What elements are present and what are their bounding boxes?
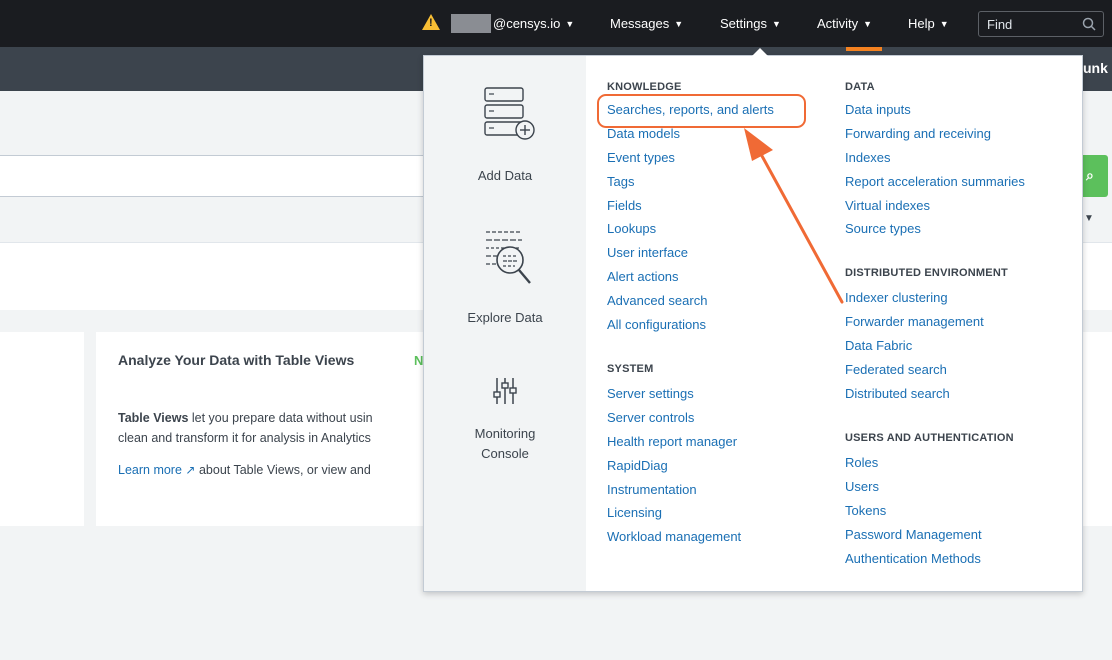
top-nav-bar: ! @censys.io ▼ Messages ▼ Settings ▼ Activi… [0,0,1112,47]
menu-link-tokens[interactable]: Tokens [845,503,886,518]
settings-menu[interactable]: Settings ▼ [720,0,781,47]
menu-link-distributed-search[interactable]: Distributed search [845,386,950,401]
menu-link-alert-actions[interactable]: Alert actions [607,269,679,284]
system-section-title: SYSTEM [607,363,654,375]
menu-link-event-types[interactable]: Event types [607,150,675,165]
menu-link-user-interface[interactable]: User interface [607,245,688,260]
activity-menu-label: Activity [817,16,859,31]
card-title: Analyze Your Data with Table Views [118,352,355,368]
menu-link-fields[interactable]: Fields [607,198,642,213]
knowledge-section-title: KNOWLEDGE [607,81,682,93]
user-menu[interactable]: @censys.io ▼ [493,0,574,47]
search-button[interactable]: ⌕ [1082,155,1108,197]
menu-link-workload-management[interactable]: Workload management [607,529,741,544]
menu-link-health-report-manager[interactable]: Health report manager [607,434,737,449]
chevron-down-icon: ▼ [939,18,949,29]
menu-link-roles[interactable]: Roles [845,455,878,470]
menu-link-forwarding-receiving[interactable]: Forwarding and receiving [845,126,991,141]
add-data-label: Add Data [477,168,533,183]
explore-data-link[interactable]: Explore Data [424,226,586,328]
menu-link-report-acceleration-summaries[interactable]: Report acceleration summaries [845,174,1025,189]
left-card [0,332,84,526]
data-section-title: DATA [845,81,875,93]
menu-link-advanced-search[interactable]: Advanced search [607,293,707,308]
learn-more-link[interactable]: Learn more [118,463,182,477]
app-bar-accent [846,47,882,51]
user-menu-label: @censys.io [493,16,561,31]
distributed-section-title: DISTRIBUTED ENVIRONMENT [845,267,1008,279]
menu-link-data-inputs[interactable]: Data inputs [845,102,911,117]
menu-link-users[interactable]: Users [845,479,879,494]
menu-link-rapiddiag[interactable]: RapidDiag [607,458,668,473]
dropdown-pointer [752,48,768,56]
warning-mark: ! [429,17,433,29]
menu-link-indexer-clustering[interactable]: Indexer clustering [845,290,948,305]
warning-icon[interactable]: ! [422,14,440,30]
messages-menu[interactable]: Messages ▼ [610,0,683,47]
settings-menu-label: Settings [720,16,767,31]
menu-link-server-controls[interactable]: Server controls [607,410,694,425]
add-data-icon [484,87,535,140]
menu-link-lookups[interactable]: Lookups [607,221,656,236]
menu-link-data-fabric[interactable]: Data Fabric [845,338,912,353]
table-views-card: Analyze Your Data with Table Views N Tab… [96,332,426,526]
menu-link-tags[interactable]: Tags [607,174,634,189]
find-input[interactable]: Find [978,11,1104,37]
highlight-box [597,94,806,128]
monitoring-console-icon [493,378,517,404]
explore-data-label: Explore Data [467,310,543,325]
menu-link-forwarder-management[interactable]: Forwarder management [845,314,984,329]
card-badge: N [414,353,424,368]
search-icon: ⌕ [1086,167,1094,183]
external-link-icon: ↗ [185,463,196,477]
help-menu[interactable]: Help ▼ [908,0,949,47]
card-line-1-text: let you prepare data without usin [188,411,373,425]
activity-menu[interactable]: Activity ▼ [817,0,872,47]
menu-link-virtual-indexes[interactable]: Virtual indexes [845,198,930,213]
card-line-3-text: about Table Views, or view and [195,463,371,477]
menu-link-source-types[interactable]: Source types [845,221,921,236]
monitoring-console-link[interactable]: Monitoring Console [424,374,586,464]
chevron-down-icon: ▼ [674,18,684,29]
monitoring-console-label: Monitoring Console [474,426,536,461]
settings-dropdown: Add Data Explore Data Monitoring Console… [423,48,1083,592]
right-card [1083,332,1112,526]
menu-link-licensing[interactable]: Licensing [607,505,662,520]
card-line-2: clean and transform it for analysis in A… [118,431,371,445]
menu-link-server-settings[interactable]: Server settings [607,386,694,401]
card-line-1: Table Views let you prepare data without… [118,408,373,428]
menu-link-password-management[interactable]: Password Management [845,527,982,542]
search-bar[interactable] [0,155,430,197]
find-placeholder: Find [987,17,1013,32]
quick-links-panel: Add Data Explore Data Monitoring Console [424,56,586,591]
menu-link-indexes[interactable]: Indexes [845,150,891,165]
chevron-down-icon: ▼ [863,18,873,29]
search-icon [1082,17,1096,31]
redacted-username [451,14,491,33]
menu-link-data-models[interactable]: Data models [607,126,680,141]
card-line-3: Learn more ↗ about Table Views, or view … [118,460,371,480]
menu-link-instrumentation[interactable]: Instrumentation [607,482,697,497]
help-menu-label: Help [908,16,935,31]
menu-link-federated-search[interactable]: Federated search [845,362,947,377]
chevron-down-icon: ▼ [771,18,781,29]
add-data-link[interactable]: Add Data [424,86,586,186]
menu-link-all-configurations[interactable]: All configurations [607,317,706,332]
chevron-down-icon[interactable]: ▼ [1084,213,1094,224]
app-name: unk [1083,60,1108,76]
messages-menu-label: Messages [610,16,670,31]
explore-data-icon [486,231,531,284]
chevron-down-icon: ▼ [565,18,575,29]
menu-link-authentication-methods[interactable]: Authentication Methods [845,551,981,566]
users-section-title: USERS AND AUTHENTICATION [845,432,1014,444]
card-bold-text: Table Views [118,411,189,425]
